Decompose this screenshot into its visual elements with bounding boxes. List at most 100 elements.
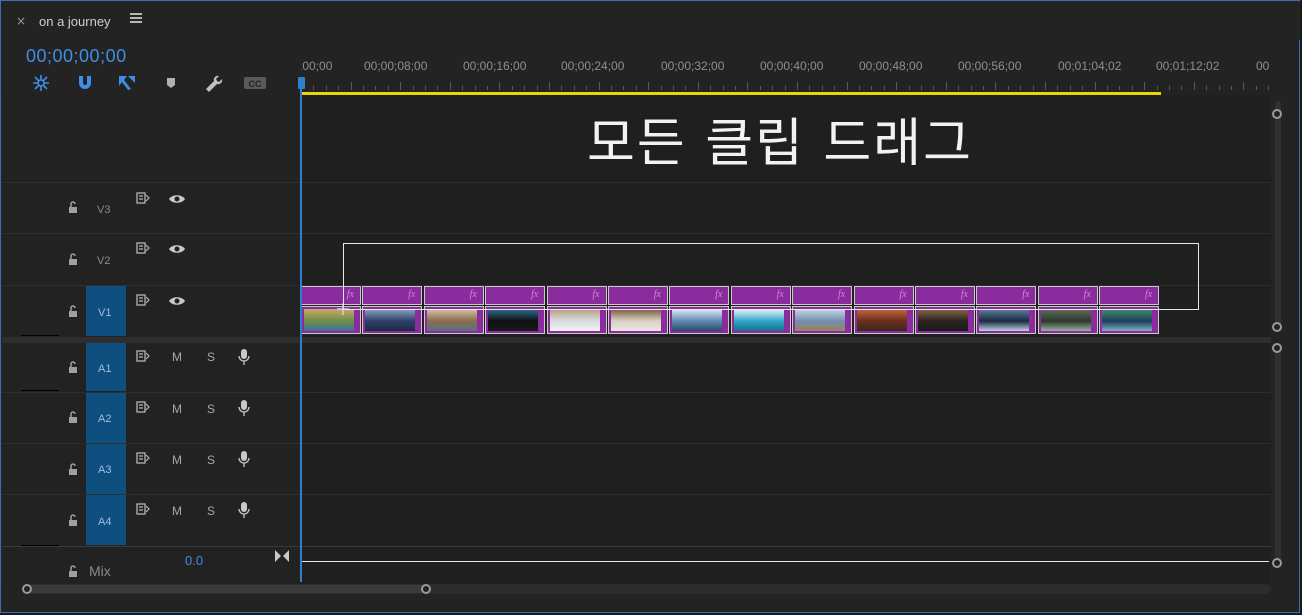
ruler-tick xyxy=(499,82,501,90)
ruler-tick xyxy=(1243,82,1245,90)
clip-thumbnail[interactable] xyxy=(362,306,423,334)
track-label: V2 xyxy=(97,255,111,267)
time-ruler[interactable]: ;00;00 00;00;08;00 00;00;16;00 00;00;24;… xyxy=(301,41,1271,93)
ruler-tick xyxy=(871,86,873,90)
ruler-tick xyxy=(983,86,984,90)
microphone-icon[interactable] xyxy=(238,348,250,366)
clip-thumbnail[interactable] xyxy=(1037,306,1098,334)
sync-lock-icon[interactable] xyxy=(136,350,150,362)
source-patch-a3[interactable]: A3 xyxy=(86,444,126,494)
sequence-tab-title[interactable]: on a journey xyxy=(39,14,111,29)
mix-track-label: Mix xyxy=(89,563,111,579)
ruler-tick xyxy=(611,86,612,90)
mute-button[interactable]: M xyxy=(172,350,182,364)
microphone-icon[interactable] xyxy=(238,399,250,417)
ruler-tick xyxy=(536,86,538,90)
mute-button[interactable]: M xyxy=(172,504,182,518)
track-header-a3: A3 M S xyxy=(2,444,300,494)
eye-icon[interactable] xyxy=(168,295,186,307)
scroll-handle-bottom[interactable] xyxy=(1272,322,1282,332)
clip-thumbnail[interactable] xyxy=(915,306,975,334)
playhead-line[interactable] xyxy=(300,85,302,582)
thumbnail-image xyxy=(549,309,600,331)
lock-icon[interactable] xyxy=(67,360,79,374)
ruler-tick xyxy=(685,86,687,90)
scroll-handle-bottom[interactable] xyxy=(1272,558,1282,568)
ruler-tick xyxy=(1107,86,1108,90)
clip-thumbnail[interactable] xyxy=(546,306,607,334)
sync-lock-icon[interactable] xyxy=(136,294,150,306)
thumbnail-image xyxy=(795,309,846,331)
mix-volume-line[interactable] xyxy=(302,561,1269,562)
clip-thumbnail[interactable] xyxy=(608,306,668,334)
ruler-tick xyxy=(697,82,699,90)
audio-vertical-scrollbar[interactable] xyxy=(1275,343,1281,568)
mute-button[interactable]: M xyxy=(172,453,182,467)
crosshair-cursor-icon xyxy=(337,303,349,315)
captions-cc-icon[interactable]: CC xyxy=(243,73,267,93)
clip-thumbnail[interactable] xyxy=(423,306,484,334)
zoom-handle-right[interactable] xyxy=(421,584,431,594)
lock-icon[interactable] xyxy=(67,304,79,318)
horizontal-scroll-thumb[interactable] xyxy=(27,585,427,593)
track-separator xyxy=(2,546,1271,547)
lock-icon[interactable] xyxy=(67,513,79,527)
track-label: A4 xyxy=(98,516,112,528)
mute-button[interactable]: M xyxy=(172,402,182,416)
sync-lock-icon[interactable] xyxy=(136,192,150,204)
ruler-label: 00;00;48;00 xyxy=(859,59,923,73)
sync-lock-icon[interactable] xyxy=(136,242,150,254)
linked-selection-icon[interactable] xyxy=(115,73,139,93)
eye-icon[interactable] xyxy=(168,243,186,255)
source-patch-a1[interactable]: A1 xyxy=(86,343,126,391)
solo-button[interactable]: S xyxy=(207,453,215,467)
thumbnail-image xyxy=(672,309,723,331)
ruler-tick xyxy=(908,86,910,90)
nest-sequence-icon[interactable] xyxy=(29,73,53,93)
panel-menu-icon[interactable] xyxy=(130,13,142,23)
microphone-icon[interactable] xyxy=(238,501,250,519)
mix-volume-value[interactable]: 0.0 xyxy=(185,553,203,568)
scroll-handle-top[interactable] xyxy=(1272,343,1282,353)
eye-icon[interactable] xyxy=(168,193,186,205)
source-patch-a4[interactable]: A4 xyxy=(86,495,126,545)
sync-lock-icon[interactable] xyxy=(136,401,150,413)
clip-thumbnail[interactable] xyxy=(301,306,361,334)
ruler-tick xyxy=(846,82,848,90)
snap-magnet-icon[interactable] xyxy=(73,73,97,93)
add-marker-icon[interactable] xyxy=(159,73,183,93)
clip-thumbnail[interactable] xyxy=(730,306,791,334)
microphone-icon[interactable] xyxy=(238,450,250,468)
clip-thumbnail[interactable] xyxy=(853,306,914,334)
clip-thumbnail[interactable] xyxy=(976,306,1037,334)
timeline-settings-wrench-icon[interactable] xyxy=(201,73,225,93)
track-header-a1: A1 M S xyxy=(2,343,300,392)
solo-button[interactable]: S xyxy=(207,504,215,518)
timeline-panel: × on a journey 00;00;00;00 CC ;00;00 00;… xyxy=(0,0,1300,613)
playhead-timecode[interactable]: 00;00;00;00 xyxy=(26,46,127,67)
zoom-handle-left[interactable] xyxy=(22,584,32,594)
video-vertical-scrollbar[interactable] xyxy=(1275,101,1281,331)
clip-thumbnail[interactable] xyxy=(485,306,546,334)
clip-thumbnail[interactable] xyxy=(669,306,730,334)
ruler-label: 00;00;40;00 xyxy=(760,59,824,73)
lock-icon[interactable] xyxy=(67,200,79,214)
lock-icon[interactable] xyxy=(67,410,79,424)
scroll-handle-top[interactable] xyxy=(1272,109,1282,119)
clip-thumbnail[interactable] xyxy=(792,306,853,334)
ruler-label: 00;01;12;02 xyxy=(1156,59,1220,73)
source-patch-a2[interactable]: A2 xyxy=(86,393,126,443)
sync-lock-icon[interactable] xyxy=(136,452,150,464)
close-tab-button[interactable]: × xyxy=(16,14,26,28)
solo-button[interactable]: S xyxy=(207,402,215,416)
source-patch-v1[interactable]: V1 xyxy=(86,286,126,336)
lock-icon[interactable] xyxy=(67,252,79,266)
sync-lock-icon[interactable] xyxy=(136,503,150,515)
lock-icon[interactable] xyxy=(67,462,79,476)
solo-button[interactable]: S xyxy=(207,350,215,364)
thumbnail-image xyxy=(488,309,539,331)
clip-thumbnail[interactable] xyxy=(1099,306,1160,334)
lock-icon[interactable] xyxy=(67,564,79,578)
ruler-label: 00 xyxy=(1256,59,1270,73)
go-to-edge-icon[interactable] xyxy=(274,549,290,563)
